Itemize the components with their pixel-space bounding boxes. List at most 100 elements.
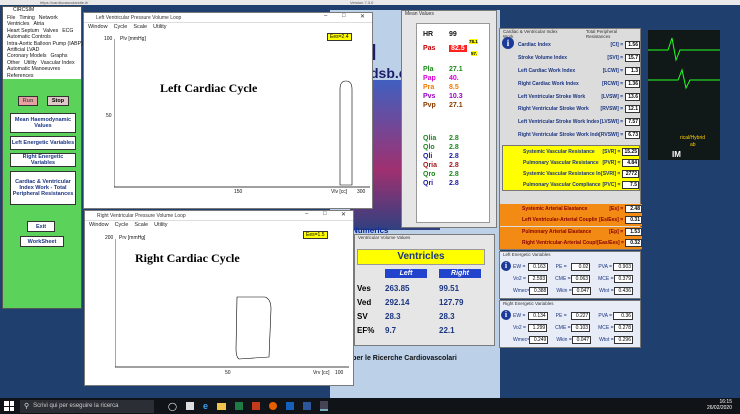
rv-menu-window[interactable]: Window	[89, 222, 109, 228]
mean-value-number: 27.1	[449, 66, 463, 73]
index-value: 15.7	[625, 54, 640, 63]
lv-menu-utility[interactable]: Utility	[153, 24, 166, 30]
energetic-label: Wkin =	[556, 288, 572, 294]
lv-menu-window[interactable]: Window	[88, 24, 108, 30]
index-value: 4.84	[622, 158, 639, 167]
info-icon: i	[502, 37, 514, 49]
index-abbr: [Eas/Ees] =	[597, 240, 624, 247]
mean-value-label: Qria	[423, 162, 438, 169]
index-label: Pulmonary Arterial Elastance	[522, 229, 592, 236]
index-row: Left Ventricular-Arterial Coupling [Es/Ee…	[522, 215, 642, 226]
lv-menu-cycle[interactable]: Cycle	[114, 24, 128, 30]
energetic-label: CME =	[555, 276, 571, 282]
control-window: CIRCSIM File Timing Network Ventricles A…	[2, 6, 83, 309]
rv-menu-scale[interactable]: Scale	[134, 222, 148, 228]
taskbar-apps: ◯ e	[168, 401, 328, 411]
windows-start-icon[interactable]	[4, 401, 14, 411]
circsim-app-icon[interactable]	[319, 401, 328, 411]
minimize-icon[interactable]: –	[324, 13, 327, 19]
energetic-label: Wkin =	[556, 337, 572, 343]
index-abbr: [Es] =	[609, 206, 624, 213]
energetic-value: 0.103	[570, 324, 591, 332]
volume-row: SV 28.3 28.3	[357, 309, 491, 323]
pas-diastolic: 57.	[471, 51, 478, 56]
volume-right: 28.3	[439, 311, 455, 321]
taskbar-search-box[interactable]: ⚲ Scrivi qui per eseguire la ricerca	[20, 399, 154, 413]
index-row: Right Ventricular-Arterial Coupling [Eas/…	[522, 238, 642, 249]
index-abbr: [CI] =	[610, 42, 624, 49]
mean-value-label: Pla	[423, 66, 434, 73]
right-energetic-button[interactable]: Right Energetic Variables	[10, 153, 76, 167]
mean-value-number: 8.5	[449, 84, 459, 91]
mean-value-label: Qlia	[423, 135, 437, 142]
taskbar-clock[interactable]: 16:15 26/02/2020	[707, 399, 732, 411]
index-value: 1.3	[625, 66, 640, 75]
stop-button[interactable]: Stop	[47, 96, 69, 106]
right-energetic-title: Right Energetic Variables	[503, 301, 554, 306]
rv-pv-loop	[235, 296, 272, 360]
close-icon[interactable]: ✕	[341, 211, 346, 218]
rv-menu-cycle[interactable]: Cycle	[115, 222, 129, 228]
rv-ees-badge: Ees=1.5	[303, 231, 328, 239]
info-icon: i	[501, 261, 511, 271]
browser-url[interactable]: https://cardiovascularsite.it/	[40, 0, 88, 5]
minimize-icon[interactable]: –	[305, 211, 308, 217]
mean-value-label: Qli	[423, 153, 433, 160]
volume-label: Ved	[357, 297, 372, 307]
menu-references[interactable]: References	[3, 73, 81, 79]
energetic-label: MCE =	[598, 325, 614, 331]
hr-value: 99	[449, 31, 457, 38]
mean-value-row: Qria 2.8	[423, 161, 489, 170]
energetic-label: EW =	[513, 313, 526, 319]
energetic-value: 2.593	[527, 275, 548, 283]
mean-values-button[interactable]: Mean Haemodynamic Values	[10, 113, 76, 133]
firefox-icon[interactable]	[268, 402, 277, 410]
mean-value-label: Pra	[423, 84, 435, 91]
maximize-icon[interactable]: □	[323, 211, 327, 217]
bg-right-text3: IM	[672, 150, 681, 159]
index-row: Left Ventricular Stroke Work Index [LVSWI…	[518, 116, 640, 129]
exit-button[interactable]: Exit	[27, 221, 55, 232]
arterial-list: Systemic Arterial Elastance [Es] = 2.48 Lef…	[500, 204, 642, 226]
rv-menu-utility[interactable]: Utility	[154, 222, 167, 228]
excel-icon[interactable]	[234, 402, 243, 410]
index-label: Pulmonary Vascular Compliance	[523, 182, 601, 189]
index-value: 0.31	[625, 216, 642, 225]
volume-left: 9.7	[385, 325, 397, 335]
task-view-icon[interactable]: ◯	[168, 402, 177, 411]
lv-menu-scale[interactable]: Scale	[133, 24, 147, 30]
word-icon[interactable]	[302, 402, 311, 410]
index-row: Right Ventricular Stroke Work Index [RVSW…	[518, 129, 640, 142]
mean-value-label: Qri	[423, 180, 434, 187]
mean-value-label: Pvp	[423, 102, 436, 109]
task-switch-icon[interactable]	[185, 402, 194, 410]
file-explorer-icon[interactable]	[216, 402, 226, 410]
energetic-value: 0.249	[529, 336, 549, 344]
worksheet-button[interactable]: WorkSheet	[20, 236, 64, 247]
energetic-label: PE =	[555, 264, 567, 270]
index-abbr: [Ep] =	[609, 229, 624, 236]
index-value: 12.1	[625, 105, 640, 114]
cardiac-work-button[interactable]: Cardiac & Ventricular Index Work - Total…	[10, 171, 76, 205]
left-energetic-button[interactable]: Left Energetic Variables	[10, 136, 76, 150]
left-energetic-list: EW = 0.163 PE = 0.02 PVA = 0.903 Vo2 = 2.593 CME…	[513, 261, 641, 297]
right-energetic-window: Right Energetic Variables i EW = 0.134 PE …	[499, 300, 641, 348]
mean-value-number: 2.8	[449, 171, 459, 178]
index-row: Cardiac Index [CI] = 1.56	[518, 39, 640, 52]
energetic-value: 0.02	[570, 263, 591, 271]
energetic-label: Wtot =	[599, 288, 614, 294]
mean-value-row: Qlo 2.8	[423, 143, 489, 152]
index-label: Left Cardiac Work Index	[518, 67, 576, 74]
run-button[interactable]: Run	[18, 96, 38, 106]
pressure-list: Pla 27.1 Pap 40. Pra 8.5 Pvs 10.3 Pvp 27.1	[423, 65, 489, 110]
index-abbr: [SVRI] =	[601, 170, 621, 177]
powerpoint-icon[interactable]	[251, 402, 260, 410]
maximize-icon[interactable]: □	[342, 13, 346, 19]
energetic-label: Wmec=	[513, 288, 531, 294]
outlook-icon[interactable]	[285, 402, 294, 410]
menu-ecg[interactable]: ECG	[62, 28, 73, 34]
volume-right: 99.51	[439, 283, 460, 293]
index-row: Left Ventricular Stroke Work [LVSW] = 13.6	[518, 90, 640, 103]
close-icon[interactable]: ✕	[360, 13, 365, 20]
edge-browser-icon[interactable]: e	[203, 401, 208, 411]
